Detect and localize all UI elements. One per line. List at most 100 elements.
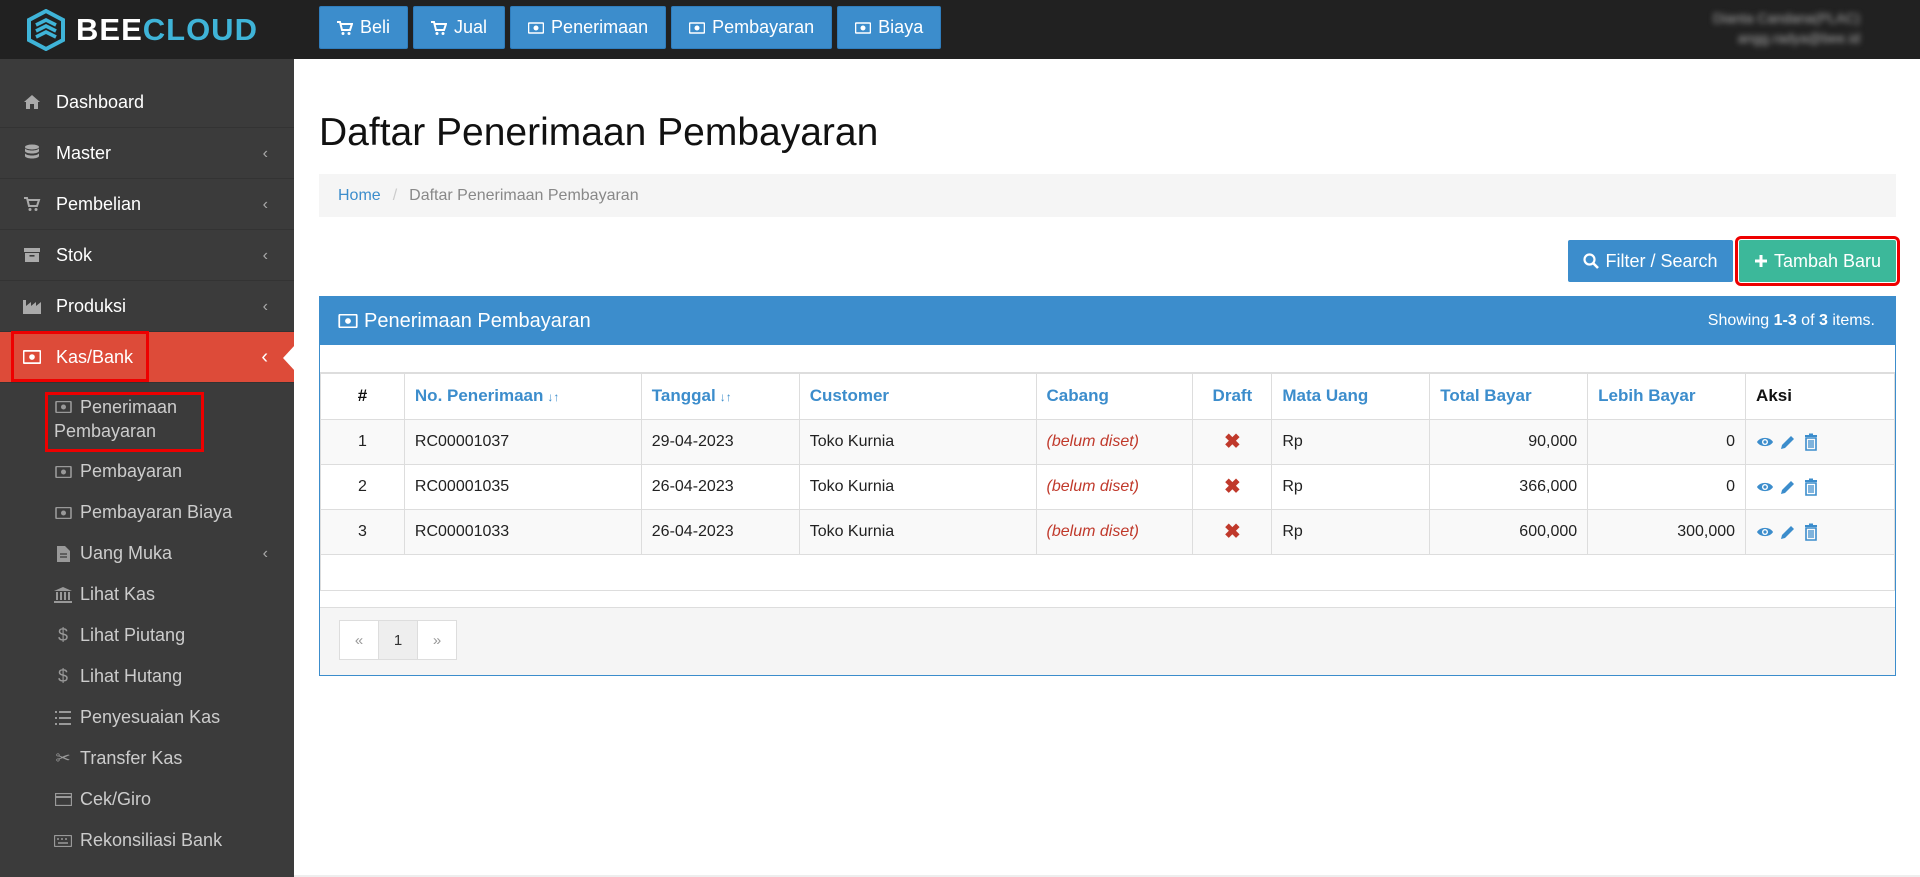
col-header-draft[interactable]: Draft	[1192, 372, 1273, 420]
col-header-no-penerimaan[interactable]: No. Penerimaan ↓↑	[403, 372, 642, 420]
pagination-bar: « 1 »	[320, 607, 1895, 675]
col-header-customer[interactable]: Customer	[798, 372, 1037, 420]
cart-icon	[431, 20, 448, 35]
penerimaan-table: # No. Penerimaan ↓↑ Tanggal ↓↑ Customer Ca…	[320, 372, 1895, 591]
cart-icon	[22, 194, 42, 214]
col-header-tanggal[interactable]: Tanggal ↓↑	[640, 372, 800, 420]
top-navbar: BEE CLOUD Beli Jual Penerimaan Pembayaran…	[0, 0, 1920, 59]
col-header-mata-uang[interactable]: Mata Uang	[1271, 372, 1431, 420]
money-icon	[54, 463, 72, 481]
search-icon	[1583, 253, 1600, 269]
trash-icon[interactable]	[1802, 523, 1820, 541]
money-icon	[689, 21, 706, 34]
cell-lebih-bayar: 0	[1587, 463, 1747, 510]
sidebar-item-pembelian[interactable]: Pembelian ‹	[0, 179, 294, 230]
penerimaan-button[interactable]: Penerimaan	[510, 6, 667, 49]
user-name: Dianta Candana(PLAC)	[1712, 10, 1860, 26]
col-header-cabang[interactable]: Cabang	[1035, 372, 1194, 420]
sidebar-subitem-rekonsiliasi-bank[interactable]: Rekonsiliasi Bank	[0, 820, 294, 861]
pencil-icon[interactable]	[1779, 478, 1797, 496]
cell-number: 1	[320, 418, 405, 465]
database-icon	[22, 143, 42, 163]
filter-search-button[interactable]: Filter / Search	[1568, 240, 1733, 282]
archive-icon	[22, 245, 42, 265]
cell-draft: ✖	[1192, 418, 1273, 465]
pencil-icon[interactable]	[1779, 433, 1797, 451]
scissors-icon: ✂	[55, 748, 71, 768]
page-prev-button[interactable]: «	[339, 620, 379, 660]
sidebar-item-master[interactable]: Master ‹	[0, 128, 294, 179]
sidebar-subitem-transfer-kas[interactable]: ✂ Transfer Kas	[0, 738, 294, 779]
table-empty-row	[320, 553, 1895, 591]
sidebar-subitem-penyesuaian-kas[interactable]: Penyesuaian Kas	[0, 697, 294, 738]
sort-icon: ↓↑	[719, 390, 732, 405]
chevron-left-icon: ‹	[262, 298, 268, 315]
cell-mata-uang: Rp	[1271, 418, 1431, 465]
factory-icon	[22, 296, 42, 316]
pembayaran-button[interactable]: Pembayaran	[671, 6, 833, 49]
sidebar-item-kas-bank[interactable]: Kas/Bank ‹	[0, 331, 295, 383]
breadcrumb-home-link[interactable]: Home	[338, 187, 381, 205]
filter-search-label: Filter / Search	[1605, 250, 1718, 271]
eye-icon[interactable]	[1756, 523, 1774, 541]
sidebar-item-stok[interactable]: Stok ‹	[0, 230, 294, 281]
col-header-aksi: Aksi	[1745, 372, 1895, 420]
cell-total-bayar: 366,000	[1429, 463, 1589, 510]
sidebar-subitem-label: Penyesuaian Kas	[80, 707, 221, 727]
app-logo[interactable]: BEE CLOUD	[0, 0, 294, 59]
beli-button[interactable]: Beli	[319, 6, 409, 49]
cell-tanggal: 26-04-2023	[640, 508, 800, 555]
chevron-left-icon: ‹	[262, 145, 268, 162]
sidebar-subitem-lihat-piutang[interactable]: $ Lihat Piutang	[0, 615, 294, 656]
pembayaran-label: Pembayaran	[712, 17, 815, 37]
sidebar-item-produksi[interactable]: Produksi ‹	[0, 281, 294, 332]
eye-icon[interactable]	[1756, 478, 1774, 496]
panel-title: Penerimaan Pembayaran	[364, 309, 591, 332]
sidebar-subitem-cek-giro[interactable]: Cek/Giro	[0, 779, 294, 820]
biaya-button[interactable]: Biaya	[837, 6, 942, 49]
jual-button[interactable]: Jual	[413, 6, 506, 49]
col-header-lebih-bayar[interactable]: Lebih Bayar	[1587, 372, 1747, 420]
plus-icon	[1754, 255, 1767, 267]
sidebar-subitem-lihat-kas[interactable]: Lihat Kas	[0, 574, 294, 615]
col-header-label: No. Penerimaan	[414, 386, 544, 406]
sidebar-subitem-label: Pembayaran Biaya	[80, 502, 233, 522]
eye-icon[interactable]	[1756, 433, 1774, 451]
penerimaan-label: Penerimaan	[551, 17, 649, 37]
sidebar-subitem-pembayaran-biaya[interactable]: Pembayaran Biaya	[0, 492, 294, 533]
sidebar-subitem-uang-muka[interactable]: Uang Muka ‹	[0, 533, 294, 574]
card-icon	[54, 791, 72, 809]
sidebar-subitem-lihat-hutang[interactable]: $ Lihat Hutang	[0, 656, 294, 697]
sidebar-item-label: Master	[56, 142, 112, 163]
cell-no-penerimaan: RC00001033	[403, 508, 642, 555]
sidebar-item-dashboard[interactable]: Dashboard	[0, 77, 294, 128]
user-menu[interactable]: Dianta Candana(PLAC) angg.radya@bee.id	[1713, 8, 1860, 48]
sidebar-subitem-penerimaan-pembayaran[interactable]: Penerimaan Pembayaran	[0, 387, 294, 452]
sidebar-subitem-pembayaran[interactable]: Pembayaran	[0, 451, 294, 492]
showing-total: 3	[1818, 312, 1828, 329]
chevron-down-icon: ‹	[261, 346, 268, 368]
chevron-left-icon: ‹	[262, 196, 268, 213]
table-row: 2 RC00001035 26-04-2023 Toko Kurnia (bel…	[320, 463, 1895, 510]
penerimaan-panel: Penerimaan Pembayaran Showing 1-3 of 3 i…	[319, 296, 1896, 676]
highlight-box	[45, 392, 204, 452]
page-1-button[interactable]: 1	[378, 620, 418, 660]
cell-tanggal: 29-04-2023	[640, 418, 800, 465]
highlight-box	[11, 331, 149, 382]
bank-icon	[54, 586, 72, 604]
page-next-button[interactable]: »	[417, 620, 457, 660]
sidebar-subitem-label: Uang Muka	[80, 543, 173, 563]
trash-icon[interactable]	[1802, 478, 1820, 496]
tambah-baru-button[interactable]: Tambah Baru	[1735, 236, 1900, 286]
pencil-icon[interactable]	[1779, 523, 1797, 541]
jual-label: Jual	[454, 17, 488, 37]
col-header-total-bayar[interactable]: Total Bayar	[1429, 372, 1589, 420]
x-mark-icon: ✖	[1224, 476, 1241, 498]
money-icon	[855, 21, 872, 34]
sidebar-subitem-label: Cek/Giro	[80, 789, 152, 809]
money-icon	[338, 314, 358, 328]
sidebar: Dashboard Master ‹ Pembelian ‹ Stok ‹ Pr…	[0, 59, 295, 877]
trash-icon[interactable]	[1802, 433, 1820, 451]
sidebar-subitem-label: Transfer Kas	[80, 748, 183, 768]
cell-aksi	[1745, 463, 1895, 510]
